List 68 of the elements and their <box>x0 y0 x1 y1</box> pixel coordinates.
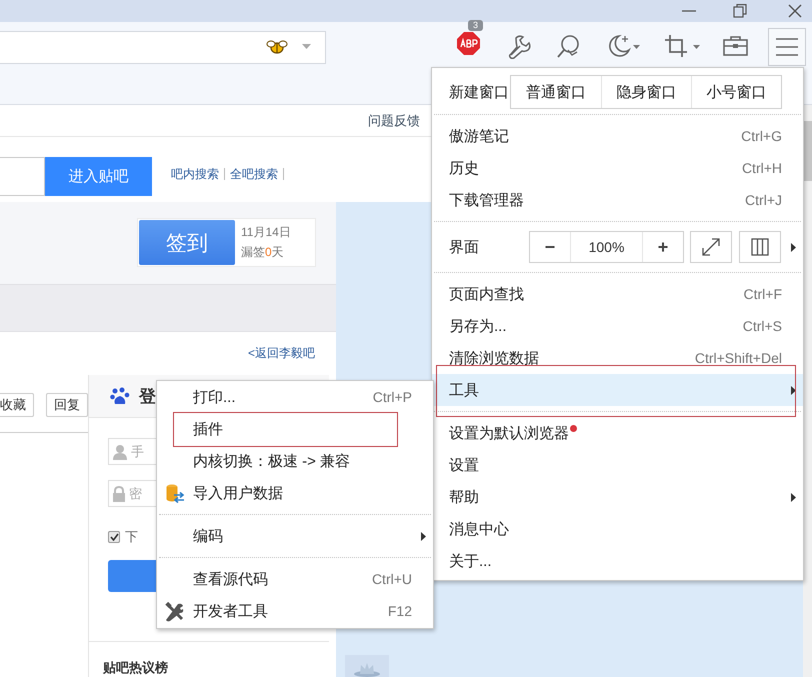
person-icon <box>112 444 128 460</box>
stop-sign-icon[interactable] <box>457 32 480 55</box>
section-title: 贴吧热议榜 <box>89 641 329 677</box>
menu-item[interactable]: 设置 <box>432 449 803 481</box>
remember-label: 下 <box>125 528 138 546</box>
paw-icon <box>110 386 130 406</box>
columns-button[interactable] <box>739 231 781 263</box>
shortcut-text: Ctrl+S <box>742 318 782 334</box>
fullscreen-button[interactable] <box>690 231 732 263</box>
shortcut-text: F12 <box>388 603 412 619</box>
menu-button[interactable] <box>768 28 806 66</box>
shortcut-text: Ctrl+H <box>742 160 782 176</box>
menu-item[interactable]: 内核切换：极速 -> 兼容 <box>157 445 433 477</box>
placeholder-text: 密 <box>129 484 142 502</box>
remember-checkbox[interactable] <box>108 531 120 543</box>
search-icon[interactable] <box>556 34 581 58</box>
menu-item[interactable]: 关于... <box>432 545 803 577</box>
menu-item[interactable]: 清除浏览数据 Ctrl+Shift+Del <box>432 342 803 374</box>
lock-icon <box>112 486 126 502</box>
menu-item[interactable]: 历史 Ctrl+H <box>432 152 803 184</box>
menu-item[interactable]: 设置为默认浏览器 <box>432 417 803 449</box>
scrollbar[interactable] <box>803 105 812 677</box>
menu-item[interactable]: 帮助 <box>432 481 803 513</box>
shortcut-text: Ctrl+U <box>372 571 412 587</box>
address-field[interactable] <box>0 30 326 64</box>
search-link[interactable]: 全吧搜索 <box>225 168 284 180</box>
search-link[interactable]: 吧内搜索 <box>171 168 225 180</box>
menu-item[interactable]: 编码 <box>157 520 433 552</box>
menu-item[interactable]: 打印... Ctrl+P <box>157 381 433 413</box>
columns-icon <box>751 238 769 256</box>
menu-item[interactable]: 工具 <box>432 374 803 406</box>
back-link[interactable]: <返回李毅吧 <box>248 345 315 362</box>
menu-item[interactable]: 开发者工具 F12 <box>157 595 433 627</box>
post-action-button[interactable]: 收藏 <box>0 393 34 417</box>
placeholder-text: 手 <box>131 442 144 460</box>
shortcut-text: Ctrl+J <box>745 192 782 208</box>
toolbox-icon[interactable] <box>723 35 748 57</box>
shortcut-text: Ctrl+F <box>744 286 782 302</box>
menu-icon <box>776 38 798 56</box>
restore-icon[interactable] <box>733 4 747 18</box>
menu-item[interactable]: 另存为... Ctrl+S <box>432 310 803 342</box>
missed-days-text: 漏签0天 <box>241 244 285 261</box>
menu-label: 界面 <box>449 238 480 256</box>
menu-item[interactable]: 页面内查找 Ctrl+F <box>432 278 803 310</box>
menu-item[interactable]: 傲游笔记 Ctrl+G <box>432 120 803 152</box>
search-field[interactable] <box>0 157 45 196</box>
wrench-icon[interactable] <box>507 34 532 58</box>
close-icon[interactable] <box>788 4 802 18</box>
crop-icon[interactable] <box>663 33 701 59</box>
shortcut-text: Ctrl+Shift+Del <box>694 350 782 366</box>
count-badge: 3 <box>468 20 484 31</box>
expand-arrows-icon <box>701 237 721 257</box>
menu-item[interactable]: 消息中心 <box>432 513 803 545</box>
post-action-button[interactable]: 回复 <box>46 393 88 417</box>
feedback-link[interactable]: 问题反馈 <box>368 112 420 130</box>
menu-item[interactable]: 导入用户数据 <box>157 477 433 509</box>
bee-icon[interactable] <box>266 38 288 56</box>
login-title: 登 <box>139 386 156 408</box>
database-import-icon <box>165 484 185 504</box>
check-icon <box>110 533 118 541</box>
hat-icon <box>353 661 381 677</box>
shortcut-text: Ctrl+G <box>741 128 782 144</box>
date-text: 11月14日 <box>241 224 291 241</box>
tools-icon <box>165 602 185 622</box>
shortcut-text: Ctrl+P <box>372 389 412 405</box>
menu-item[interactable]: 下载管理器 Ctrl+J <box>432 184 803 216</box>
menu-item[interactable]: 查看源代码 Ctrl+U <box>157 563 433 595</box>
menu-label: 新建窗口 <box>449 82 509 102</box>
